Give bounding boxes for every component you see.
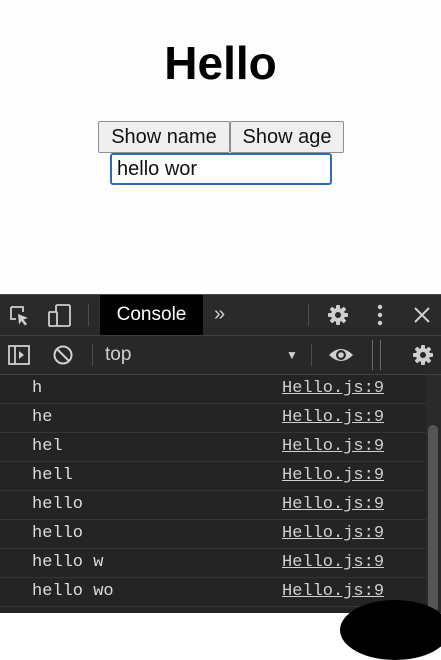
log-row: hel Hello.js:9 <box>0 433 426 462</box>
more-tabs-icon[interactable]: » <box>214 303 225 326</box>
console-log-area: h Hello.js:9 he Hello.js:9 hel Hello.js:… <box>0 375 441 613</box>
log-row: hello Hello.js:9 <box>0 491 426 520</box>
devtools-panel: Console » top ▼ h Hello.js:9 he Hello.js… <box>0 294 441 613</box>
page-heading: Hello <box>164 37 277 89</box>
log-source-link[interactable]: Hello.js:9 <box>282 408 384 427</box>
log-row: hello w Hello.js:9 <box>0 549 426 578</box>
log-message: hello wo <box>32 582 114 601</box>
text-input[interactable] <box>110 153 332 185</box>
tab-separator <box>88 304 89 326</box>
log-source-link[interactable]: Hello.js:9 <box>282 582 384 601</box>
console-settings-gear-icon[interactable] <box>412 344 434 366</box>
toolbar-separator <box>92 344 93 366</box>
log-row: hello wo Hello.js:9 <box>0 578 426 607</box>
log-source-link[interactable]: Hello.js:9 <box>282 524 384 543</box>
log-row: hell Hello.js:9 <box>0 462 426 491</box>
app-page: Hello Show name Show age <box>0 0 441 294</box>
dropdown-arrow-icon[interactable]: ▼ <box>286 348 298 362</box>
log-source-link[interactable]: Hello.js:9 <box>282 553 384 572</box>
devtools-tab-bar: Console » <box>0 295 441 336</box>
close-icon[interactable] <box>413 306 431 324</box>
tab-console[interactable]: Console <box>100 295 203 335</box>
cursor-overlay <box>340 600 441 660</box>
log-source-link[interactable]: Hello.js:9 <box>282 437 384 456</box>
log-message: hell <box>32 466 73 485</box>
log-message: h <box>32 379 43 398</box>
log-message: hello <box>32 495 84 514</box>
tab-separator <box>308 304 309 326</box>
sidebar-toggle-icon[interactable] <box>8 345 30 365</box>
log-source-link[interactable]: Hello.js:9 <box>282 379 384 398</box>
log-source-link[interactable]: Hello.js:9 <box>282 495 384 514</box>
show-name-button[interactable]: Show name <box>98 121 230 153</box>
clear-console-icon[interactable] <box>52 344 74 366</box>
log-message: hello w <box>32 553 104 572</box>
log-source-link[interactable]: Hello.js:9 <box>282 466 384 485</box>
filter-separator <box>372 340 373 370</box>
settings-gear-icon[interactable] <box>327 304 349 326</box>
context-selector[interactable]: top <box>105 344 131 366</box>
log-row: he Hello.js:9 <box>0 404 426 433</box>
log-message: hel <box>32 437 63 456</box>
log-row: h Hello.js:9 <box>0 375 426 404</box>
console-toolbar: top ▼ <box>0 336 441 375</box>
log-row: hello Hello.js:9 <box>0 520 426 549</box>
show-age-button[interactable]: Show age <box>230 121 344 153</box>
kebab-menu-icon[interactable] <box>376 304 384 326</box>
device-toolbar-icon[interactable] <box>46 303 74 329</box>
live-expression-eye-icon[interactable] <box>328 346 354 364</box>
filter-separator <box>380 340 381 370</box>
log-message: hello <box>32 524 84 543</box>
toolbar-separator <box>311 344 312 366</box>
console-scrollbar-thumb[interactable] <box>428 425 438 613</box>
inspect-element-icon[interactable] <box>9 305 31 327</box>
log-message: he <box>32 408 53 427</box>
